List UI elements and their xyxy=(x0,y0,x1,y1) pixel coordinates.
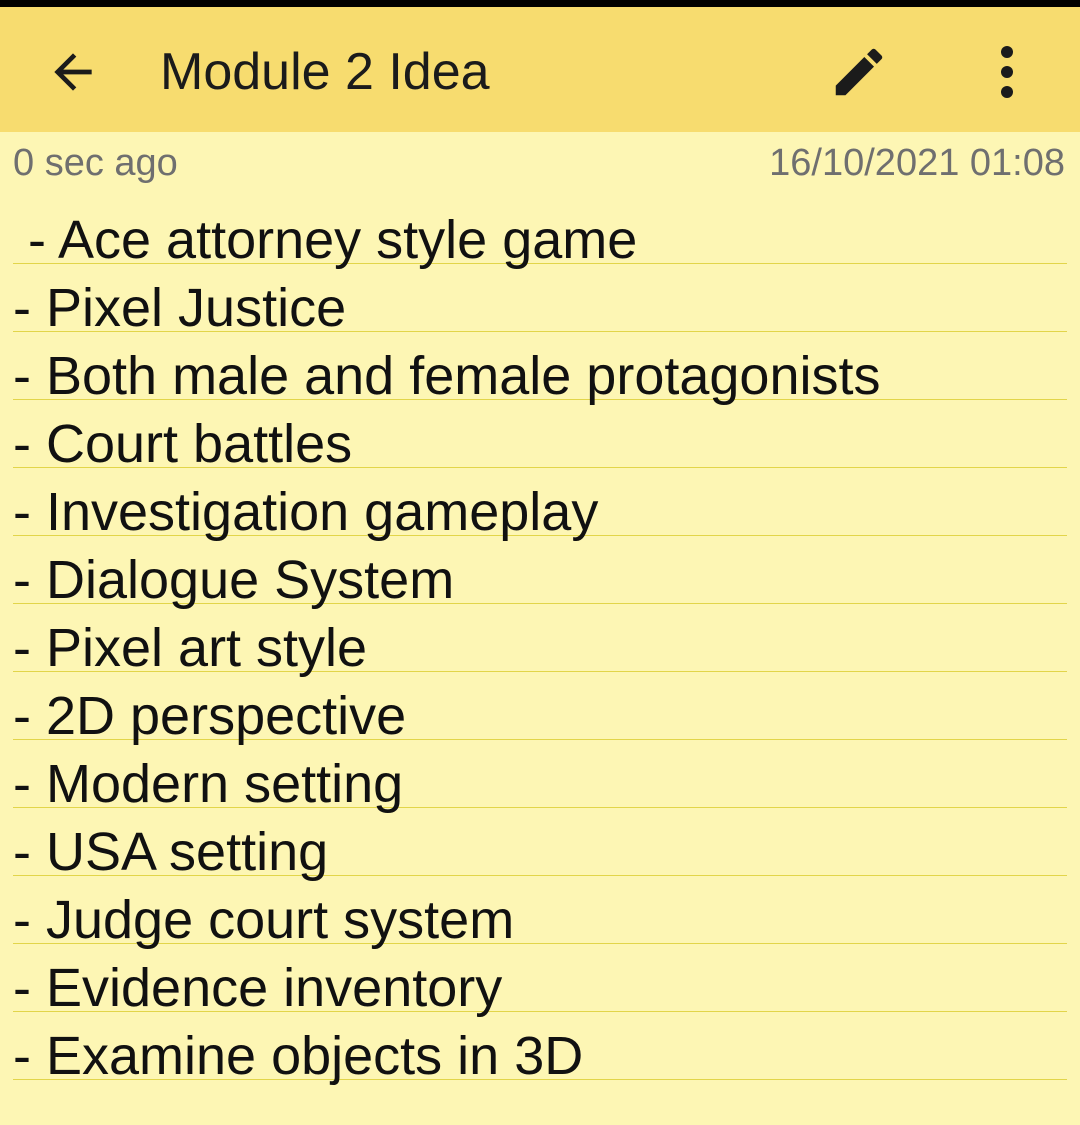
note-line: - Pixel art style xyxy=(13,604,1067,678)
edit-button[interactable] xyxy=(824,37,894,107)
note-body[interactable]: - Ace attorney style game - Pixel Justic… xyxy=(13,196,1067,1086)
note-title: Module 2 Idea xyxy=(160,43,490,101)
note-line: - Dialogue System xyxy=(13,536,1067,610)
note-line: - Investigation gameplay xyxy=(13,468,1067,542)
app-toolbar: Module 2 Idea xyxy=(0,7,1080,132)
note-line: - Both male and female protagonists xyxy=(13,332,1067,406)
more-options-button[interactable] xyxy=(976,37,1038,107)
note-line: - Examine objects in 3D xyxy=(13,1012,1067,1086)
created-date: 16/10/2021 01:08 xyxy=(769,142,1065,184)
back-button[interactable] xyxy=(40,39,106,105)
note-line: - Court battles xyxy=(13,400,1067,474)
note-line: - Evidence inventory xyxy=(13,944,1067,1018)
note-line: - USA setting xyxy=(13,808,1067,882)
modified-time: 0 sec ago xyxy=(13,142,178,184)
status-bar-edge xyxy=(0,0,1080,7)
note-line: - 2D perspective xyxy=(13,672,1067,746)
pencil-icon xyxy=(835,48,883,96)
note-line: - Modern setting xyxy=(13,740,1067,814)
more-vertical-icon xyxy=(1001,46,1013,98)
note-line: - Pixel Justice xyxy=(13,264,1067,338)
note-line: - Ace attorney style game xyxy=(13,196,1067,270)
arrow-left-icon xyxy=(54,53,92,91)
note-line: - Judge court system xyxy=(13,876,1067,950)
note-meta-row: 0 sec ago 16/10/2021 01:08 xyxy=(0,140,1080,188)
